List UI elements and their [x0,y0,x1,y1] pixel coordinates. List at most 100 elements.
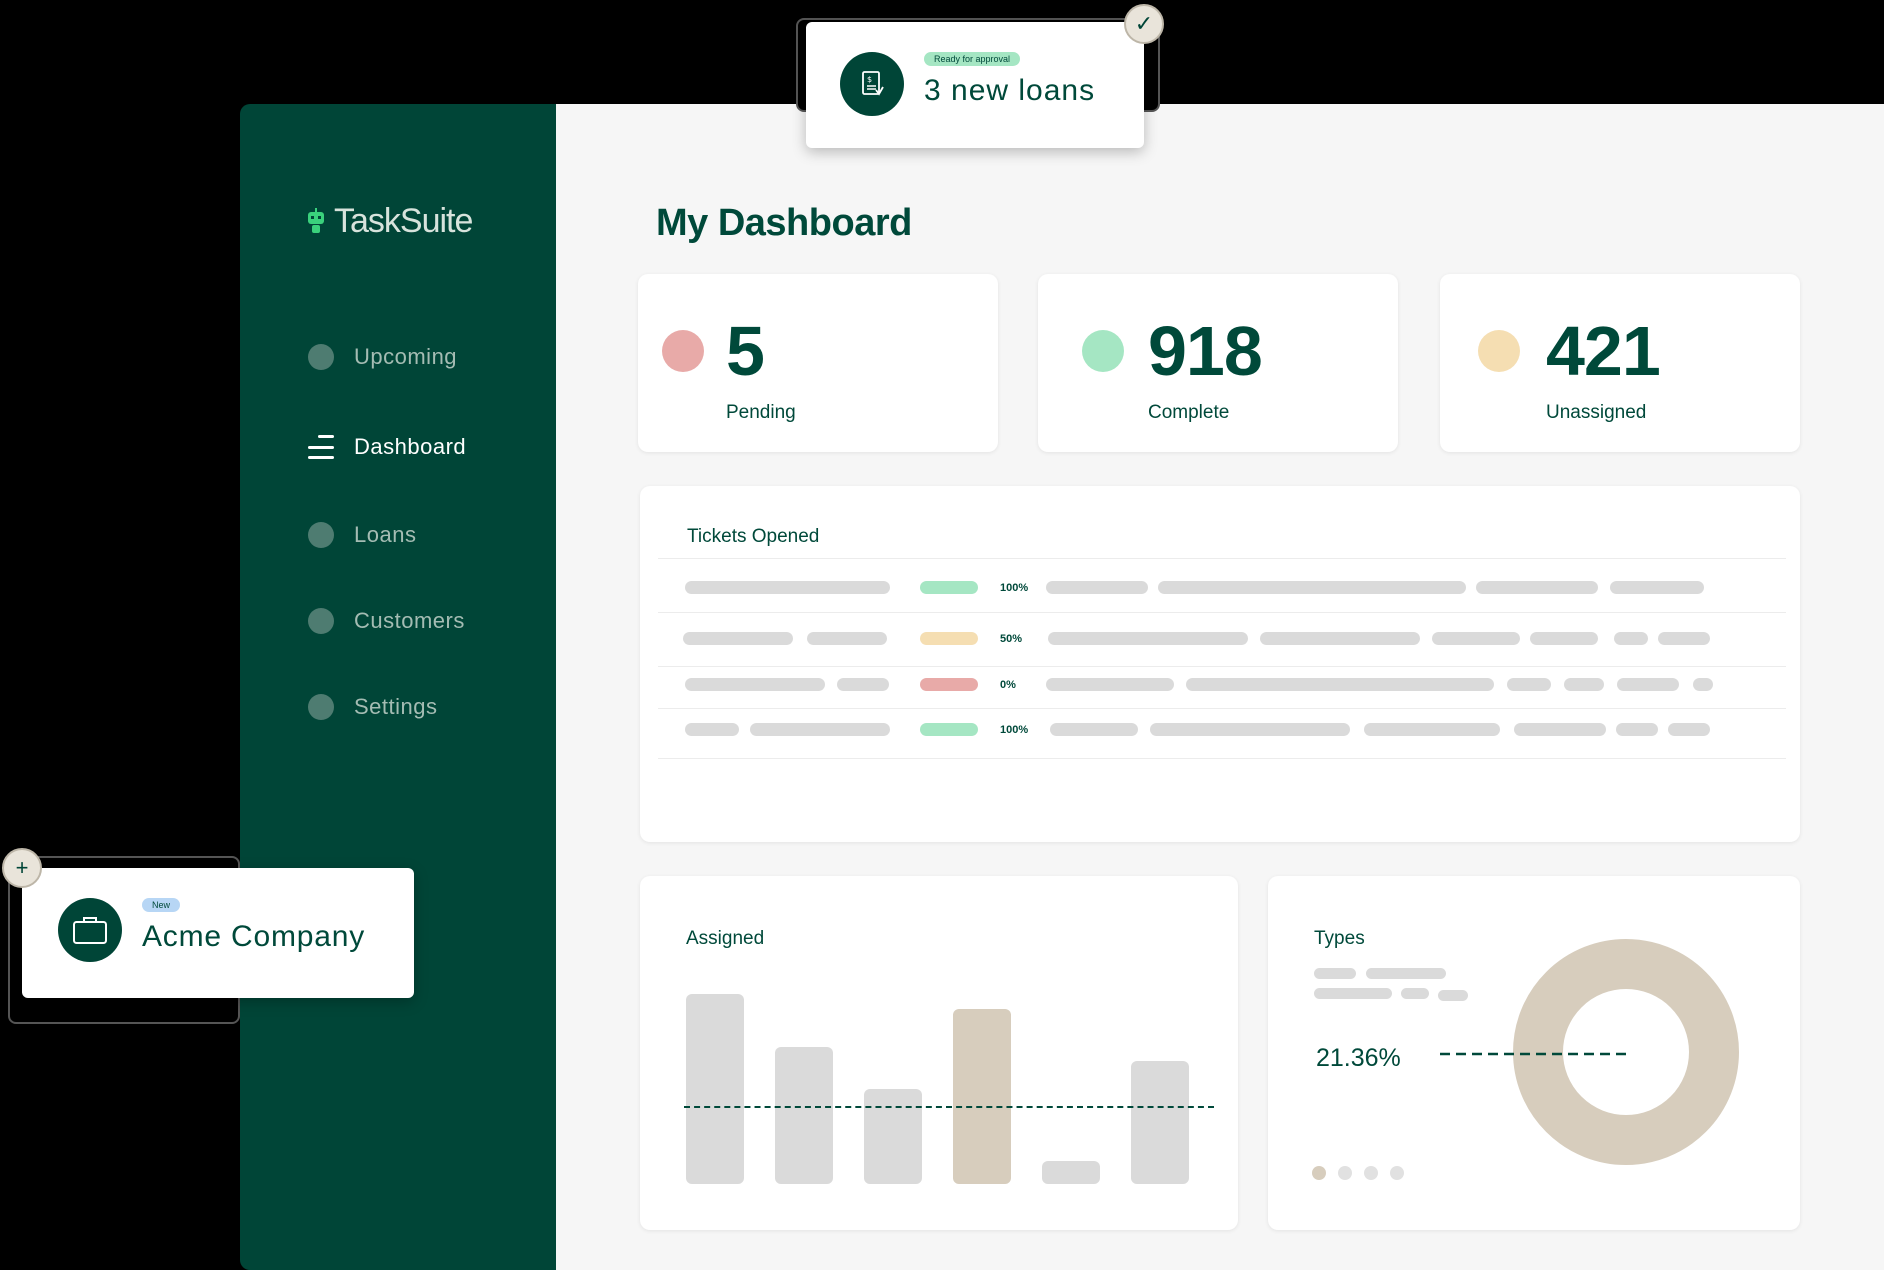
placeholder-bar [1432,632,1520,645]
menu-icon [308,435,334,459]
app-name: TaskSuite [334,202,473,240]
circle-icon [308,694,334,720]
acme-company-popup[interactable]: New Acme Company [22,868,414,998]
stat-label: Pending [726,402,796,423]
placeholder-bar [1260,632,1420,645]
sidebar-item-label: Loans [354,522,417,547]
row-divider [658,558,1786,559]
circle-icon [308,522,334,548]
placeholder-bar [1158,581,1466,594]
placeholder-bar [807,632,887,645]
status-bar [920,678,978,691]
page-title: My Dashboard [656,202,912,244]
pagination-dot[interactable] [1312,1166,1326,1180]
percent-label: 100% [1000,582,1029,594]
placeholder-bar [1364,723,1500,736]
circle-icon [308,344,334,370]
percent-label: 100% [1000,724,1029,736]
check-icon[interactable]: ✓ [1124,4,1164,44]
placeholder-bar [1610,581,1704,594]
table-row[interactable]: 0% [640,678,1800,698]
stat-label: Complete [1148,402,1230,423]
types-card: Types 21.36% [1268,876,1800,1230]
table-row[interactable]: 100% [640,581,1800,601]
svg-text:$: $ [867,75,872,84]
pagination-dot[interactable] [1364,1166,1378,1180]
circle-icon [308,608,334,634]
percent-label: 50% [1000,633,1023,645]
assigned-card: Assigned [640,876,1238,1230]
stat-card-unassigned[interactable]: 421 Unassigned [1440,274,1800,452]
placeholder-bar [1668,723,1710,736]
placeholder-bar [1050,723,1138,736]
placeholder-bar [1186,678,1494,691]
placeholder-bar [1564,678,1604,691]
status-bar [920,723,978,736]
reference-line [684,1106,1214,1109]
chart-bar[interactable] [686,994,744,1184]
placeholder-bar [1530,632,1598,645]
status-dot [1478,330,1520,372]
sidebar-item-dashboard[interactable]: Dashboard [308,434,466,460]
stat-value: 421 [1546,312,1661,390]
table-row[interactable]: 100% [640,723,1800,743]
placeholder-bar [1514,723,1606,736]
row-divider [658,708,1786,709]
tickets-opened-card: Tickets Opened 100% 50% 0% 100% [640,486,1800,842]
chart-bar[interactable] [775,1047,833,1184]
placeholder-bar [1150,723,1350,736]
placeholder-bar [837,678,889,691]
sidebar-item-customers[interactable]: Customers [308,608,465,634]
table-row[interactable]: 50% [640,632,1800,652]
card-title: Tickets Opened [687,526,820,547]
sidebar: TaskSuite Upcoming Dashboard Loans Custo… [240,104,556,1270]
placeholder-bar [685,678,825,691]
chart-bar[interactable] [1042,1161,1100,1184]
row-divider [658,666,1786,667]
stat-value: 918 [1148,312,1263,390]
app-window: TaskSuite Upcoming Dashboard Loans Custo… [240,104,1884,1270]
placeholder-bar [1693,678,1713,691]
stat-card-pending[interactable]: 5 Pending [638,274,998,452]
placeholder-bar [1507,678,1551,691]
new-loans-popup[interactable]: $ Ready for approval 3 new loans [806,22,1144,148]
popup-text: Acme Company [142,920,366,953]
plus-icon[interactable]: + [2,848,42,888]
placeholder-bar [1614,632,1648,645]
placeholder-bar [1616,723,1658,736]
pagination-dot[interactable] [1390,1166,1404,1180]
stat-value: 5 [726,312,765,390]
sidebar-item-loans[interactable]: Loans [308,522,416,548]
stat-label: Unassigned [1546,402,1647,423]
placeholder-bar [750,723,890,736]
chart-bar[interactable] [953,1009,1011,1184]
status-badge: Ready for approval [924,52,1021,66]
row-divider [658,612,1786,613]
status-bar [920,632,978,645]
percent-label: 0% [1000,679,1016,691]
robot-logo-icon [308,207,324,233]
sidebar-item-settings[interactable]: Settings [308,694,438,720]
logo[interactable]: TaskSuite [306,202,473,241]
sidebar-item-label: Settings [354,694,438,719]
placeholder-bar [685,723,739,736]
status-badge: New [142,898,181,912]
loan-document-icon: $ [840,52,904,116]
status-dot [1082,330,1124,372]
briefcase-icon [58,898,122,962]
sidebar-item-label: Upcoming [354,344,458,369]
pagination-dot[interactable] [1338,1166,1352,1180]
placeholder-bar [1048,632,1248,645]
status-bar [920,581,978,594]
stat-card-complete[interactable]: 918 Complete [1038,274,1398,452]
sidebar-item-upcoming[interactable]: Upcoming [308,344,457,370]
placeholder-bar [1046,581,1148,594]
main-content: My Dashboard 5 Pending 918 Complete 421 … [556,104,1884,1270]
sidebar-item-label: Customers [354,608,465,633]
row-divider [658,758,1786,759]
chart-bar[interactable] [864,1089,922,1184]
status-dot [662,330,704,372]
placeholder-bar [685,581,890,594]
card-title: Assigned [686,928,765,949]
chart-bar[interactable] [1131,1060,1189,1184]
